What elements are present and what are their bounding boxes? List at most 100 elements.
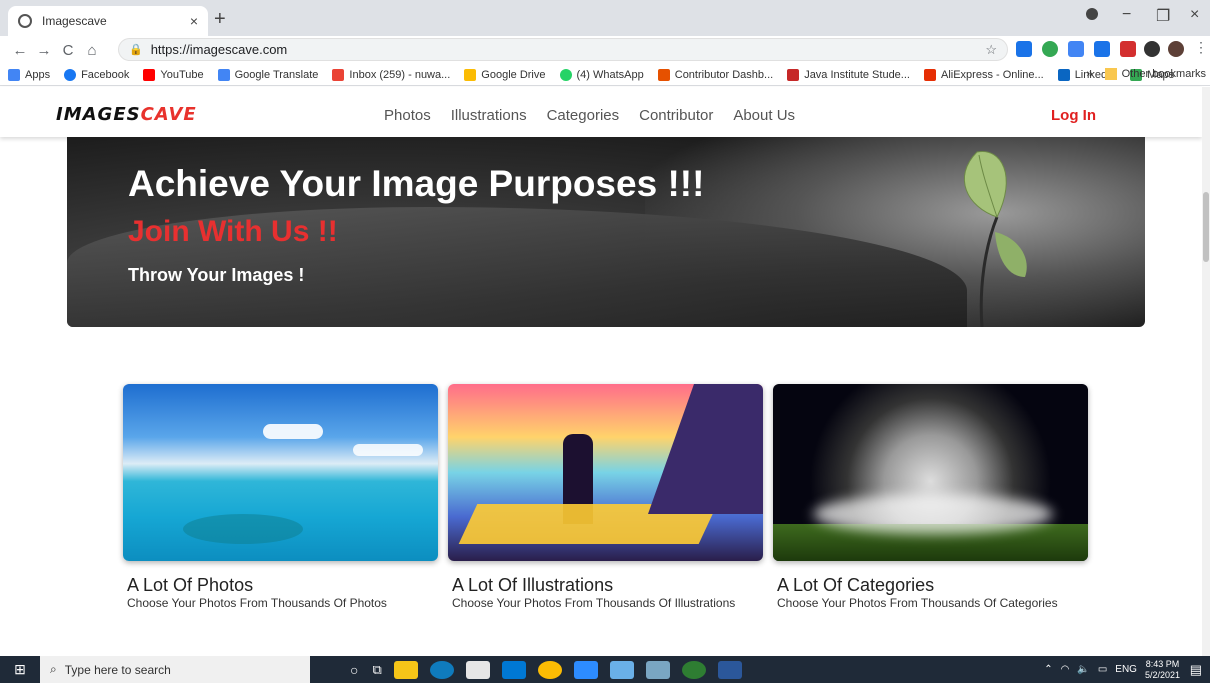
clock[interactable]: 8:43 PM 5/2/2021 (1145, 659, 1180, 681)
bookmark-item[interactable]: Contributor Dashb... (657, 68, 773, 81)
browser-tab[interactable]: Imagescave × (8, 6, 208, 36)
browser-tab-strip: Imagescave × + − ❐ × (0, 0, 1210, 36)
lock-icon: 🔒 (129, 44, 143, 56)
network-icon[interactable]: ◠ (1061, 664, 1070, 675)
other-bookmarks-label: Other bookmarks (1121, 68, 1206, 80)
extension-icon[interactable] (1068, 41, 1084, 57)
card-title: A Lot Of Photos (127, 575, 254, 595)
bookmark-item[interactable]: YouTube (143, 68, 204, 81)
card-categories[interactable]: A Lot Of Categories Choose Your Photos F… (773, 384, 1088, 611)
restore-button[interactable]: ❐ (1156, 6, 1170, 26)
minimize-button[interactable]: − (1122, 6, 1131, 24)
mail-icon[interactable] (501, 660, 526, 679)
card-subtitle: Choose Your Photos From Thousands Of Cat… (777, 596, 1058, 610)
scrollbar-thumb[interactable] (1203, 192, 1209, 262)
task-view-icon[interactable]: ⧉ (372, 662, 381, 678)
nav-about-us[interactable]: About Us (733, 107, 795, 124)
bookmark-item[interactable]: Google Drive (464, 68, 546, 81)
notification-icon[interactable]: ▤ (1190, 662, 1202, 678)
translate-icon (217, 68, 230, 81)
bookmark-item[interactable]: (4) WhatsApp (559, 68, 644, 81)
bookmark-item[interactable]: Facebook (64, 68, 129, 81)
search-placeholder: Type here to search (64, 662, 171, 677)
gmail-icon (332, 68, 345, 81)
bookmark-item[interactable]: Google Translate (217, 68, 318, 81)
hero-banner: Achieve Your Image Purposes !!! Join Wit… (67, 137, 1145, 327)
close-window-button[interactable]: × (1190, 6, 1199, 24)
file-explorer-icon[interactable] (393, 660, 418, 679)
leaf-icon (963, 150, 1027, 327)
site-logo[interactable]: IMAGESCAVE (56, 104, 197, 125)
page-scrollbar[interactable] (1202, 87, 1210, 656)
site-nav: Photos Illustrations Categories Contribu… (384, 107, 795, 124)
windows-start-icon[interactable]: ⊞ (0, 661, 40, 678)
extension-icon[interactable] (1016, 41, 1032, 57)
card-photos[interactable]: A Lot Of Photos Choose Your Photos From … (123, 384, 438, 611)
taskbar-search-input[interactable]: ⌕ Type here to search (40, 656, 310, 683)
bookmarks-bar: Apps Facebook YouTube Google Translate I… (0, 64, 1210, 86)
hero-join-text: Join With Us !! (128, 215, 338, 248)
word-icon[interactable] (717, 660, 742, 679)
hero-headline: Achieve Your Image Purposes !!! (128, 163, 705, 204)
extension-icon[interactable] (1042, 41, 1058, 57)
app-icon[interactable] (645, 660, 670, 679)
edge-icon[interactable] (429, 660, 454, 679)
youtube-icon (143, 68, 156, 81)
bookmark-item[interactable]: Apps (8, 68, 50, 81)
chevron-up-icon[interactable]: ⌃ (1044, 664, 1052, 675)
bookmark-label: Java Institute Stude... (804, 68, 910, 81)
card-image[interactable] (123, 384, 438, 561)
home-button[interactable]: ⌂ (80, 42, 104, 59)
puzzle-icon[interactable] (1144, 41, 1160, 57)
battery-icon[interactable]: ▭ (1098, 664, 1107, 675)
linkedin-icon (1057, 68, 1070, 81)
app-icon[interactable] (681, 660, 706, 679)
card-image[interactable] (773, 384, 1088, 561)
bookmark-item[interactable]: Java Institute Stude... (787, 68, 910, 81)
menu-icon[interactable]: ⋮ (1194, 39, 1210, 55)
avatar[interactable] (1168, 41, 1184, 57)
card-illustrations[interactable]: A Lot Of Illustrations Choose Your Photo… (448, 384, 763, 611)
logo-text: IMAGES (56, 104, 141, 125)
bookmark-label: Inbox (259) - nuwa... (349, 68, 451, 81)
globe-icon (18, 14, 32, 28)
forward-button[interactable]: → (32, 42, 56, 59)
extension-icon[interactable] (1120, 41, 1136, 57)
zoom-icon[interactable] (573, 660, 598, 679)
card-subtitle: Choose Your Photos From Thousands Of Pho… (127, 596, 387, 610)
chrome-icon[interactable] (537, 660, 562, 679)
bookmark-item[interactable]: Inbox (259) - nuwa... (332, 68, 451, 81)
card-image[interactable] (448, 384, 763, 561)
profile-icon[interactable] (1086, 8, 1098, 20)
nav-illustrations[interactable]: Illustrations (451, 107, 527, 124)
drive-icon (464, 68, 477, 81)
card-title: A Lot Of Categories (777, 575, 935, 595)
app-icon[interactable] (609, 660, 634, 679)
new-tab-button[interactable]: + (214, 8, 226, 31)
extension-icon[interactable] (1094, 41, 1110, 57)
tab-close-button[interactable]: × (190, 13, 198, 29)
card-title: A Lot Of Illustrations (452, 575, 614, 595)
url-text: https://imagescave.com (150, 42, 288, 57)
clock-time: 8:43 PM (1145, 658, 1180, 669)
address-bar[interactable]: 🔒 https://imagescave.com ☆ (118, 38, 1008, 61)
bookmark-item[interactable]: AliExpress - Online... (923, 68, 1044, 81)
bookmarks-overflow-button[interactable]: » (1087, 68, 1093, 80)
star-icon[interactable]: ☆ (985, 42, 997, 58)
other-bookmarks[interactable]: » Other bookmarks (1087, 68, 1206, 80)
system-tray: ⌃ ◠ 🔈 ▭ ENG 8:43 PM 5/2/2021 (1044, 656, 1180, 683)
login-link[interactable]: Log In (1051, 107, 1096, 124)
contributor-icon (657, 68, 670, 81)
bookmark-label: (4) WhatsApp (576, 68, 644, 81)
nav-photos[interactable]: Photos (384, 107, 431, 124)
volume-icon[interactable]: 🔈 (1077, 664, 1089, 675)
apps-icon (8, 68, 20, 81)
aliexpress-icon (923, 68, 936, 81)
cortana-icon[interactable]: ○ (350, 662, 358, 678)
nav-contributor[interactable]: Contributor (639, 107, 713, 124)
language-indicator[interactable]: ENG (1115, 664, 1137, 675)
store-icon[interactable] (465, 660, 490, 679)
nav-categories[interactable]: Categories (547, 107, 620, 124)
back-button[interactable]: ← (8, 42, 32, 59)
reload-button[interactable]: C (56, 42, 80, 59)
